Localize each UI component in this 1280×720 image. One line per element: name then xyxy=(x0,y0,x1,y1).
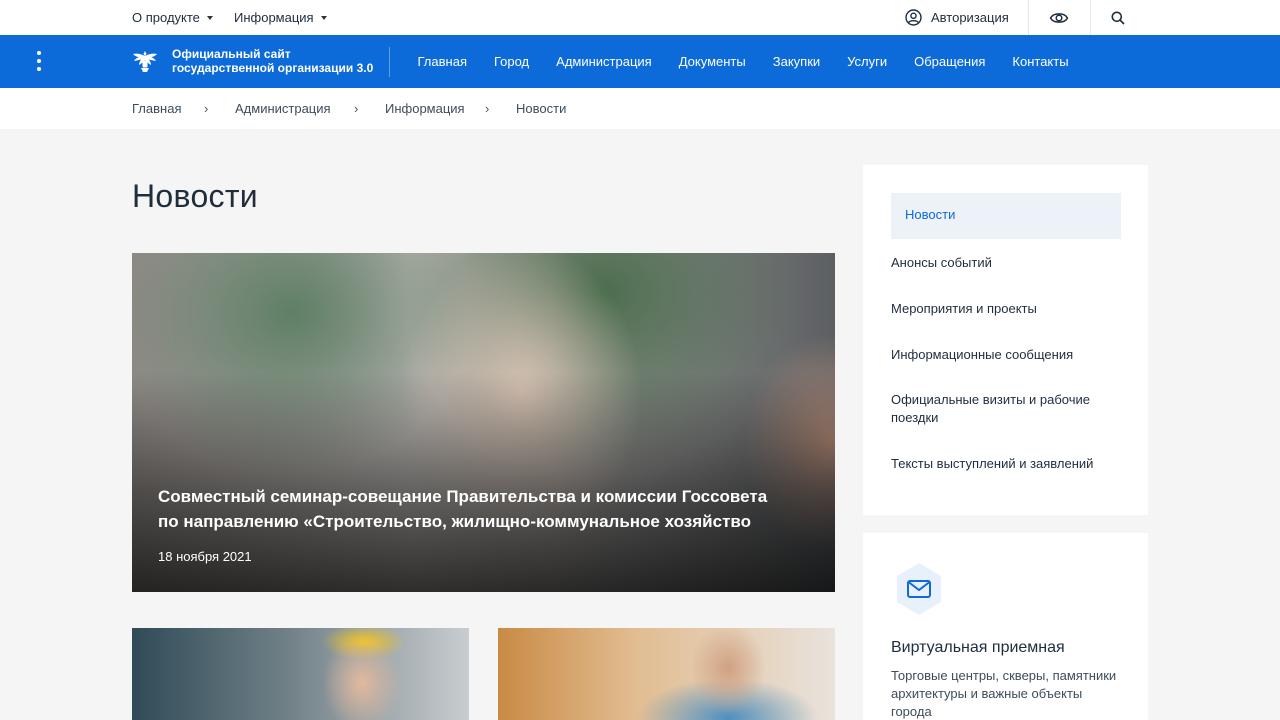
section-menu-item-info-messages[interactable]: Информационные сообщения xyxy=(891,346,1121,364)
breadcrumb-item-current: Новости xyxy=(516,101,567,116)
dot xyxy=(37,59,41,63)
login-link[interactable]: Авторизация xyxy=(905,0,1009,35)
breadcrumb-item-home[interactable]: Главная xyxy=(132,101,181,116)
accessibility-button[interactable] xyxy=(1049,0,1069,35)
site-brand[interactable]: Официальный сайт государственной организ… xyxy=(172,47,373,75)
mail-icon xyxy=(897,563,941,615)
virtual-reception-card[interactable]: Виртуальная приемная Торговые центры, ск… xyxy=(863,533,1148,720)
top-utility-bar: О продукте Информация Авторизация xyxy=(0,0,1280,35)
image-overlay xyxy=(132,253,835,592)
news-card-image[interactable] xyxy=(498,628,835,720)
user-icon xyxy=(905,9,922,26)
nav-item-home[interactable]: Главная xyxy=(404,54,480,69)
breadcrumb-item-administration[interactable]: Администрация xyxy=(235,101,331,116)
featured-news-card[interactable]: Совместный семинар-совещание Правительст… xyxy=(132,253,835,592)
featured-news-title[interactable]: Совместный семинар-совещание Правительст… xyxy=(158,484,788,534)
breadcrumb-separator: › xyxy=(485,101,490,116)
section-menu-item-news[interactable]: Новости xyxy=(891,193,1121,239)
nav-item-appeals[interactable]: Обращения xyxy=(901,54,999,69)
nav-item-documents[interactable]: Документы xyxy=(665,54,759,69)
divider xyxy=(1090,0,1091,35)
nav-item-procurement[interactable]: Закупки xyxy=(759,54,833,69)
nav-item-city[interactable]: Город xyxy=(480,54,542,69)
reception-description: Торговые центры, скверы, памятники архит… xyxy=(891,668,1117,719)
nav-item-contacts[interactable]: Контакты xyxy=(999,54,1082,69)
breadcrumb-item-information[interactable]: Информация xyxy=(385,101,465,116)
breadcrumb: Главная › Администрация › Информация › Н… xyxy=(0,88,1280,129)
chevron-down-icon xyxy=(206,15,213,20)
section-menu-item-events[interactable]: Мероприятия и проекты xyxy=(891,300,1121,318)
eye-icon xyxy=(1049,12,1069,23)
reception-title[interactable]: Виртуальная приемная xyxy=(891,639,1065,657)
divider xyxy=(1028,0,1029,35)
section-menu: Новости Анонсы событий Мероприятия и про… xyxy=(863,165,1148,515)
information-label: Информация xyxy=(234,10,314,25)
dot xyxy=(37,51,41,55)
search-icon xyxy=(1111,11,1125,25)
more-menu-button[interactable] xyxy=(30,49,48,73)
section-menu-item-announcements[interactable]: Анонсы событий xyxy=(891,254,1121,272)
search-button[interactable] xyxy=(1111,0,1125,35)
main-nav: Главная Город Администрация Документы За… xyxy=(404,35,1082,88)
brand-title-line2: государственной организации 3.0 xyxy=(172,61,374,75)
news-card-image[interactable] xyxy=(132,628,469,720)
section-menu-item-official-visits[interactable]: Официальные визиты и рабочие поездки xyxy=(891,391,1121,427)
nav-item-administration[interactable]: Администрация xyxy=(543,54,666,69)
about-product-dropdown[interactable]: О продукте xyxy=(132,0,213,35)
page-title: Новости xyxy=(132,178,258,214)
nav-item-services[interactable]: Услуги xyxy=(834,54,901,69)
main-navbar: Официальный сайт государственной организ… xyxy=(0,35,1280,88)
section-menu-item-speeches[interactable]: Тексты выступлений и заявлений xyxy=(891,455,1121,473)
breadcrumb-separator: › xyxy=(204,101,209,116)
dot xyxy=(37,67,41,71)
login-label: Авторизация xyxy=(931,10,1009,25)
brand-title-line1: Официальный сайт xyxy=(172,47,291,61)
emblem-logo-icon[interactable] xyxy=(131,47,159,75)
chevron-down-icon xyxy=(320,15,327,20)
divider xyxy=(389,47,390,77)
featured-news-date: 18 ноября 2021 xyxy=(158,549,252,564)
breadcrumb-separator: › xyxy=(354,101,359,116)
information-dropdown[interactable]: Информация xyxy=(234,0,327,35)
about-product-label: О продукте xyxy=(132,10,200,25)
